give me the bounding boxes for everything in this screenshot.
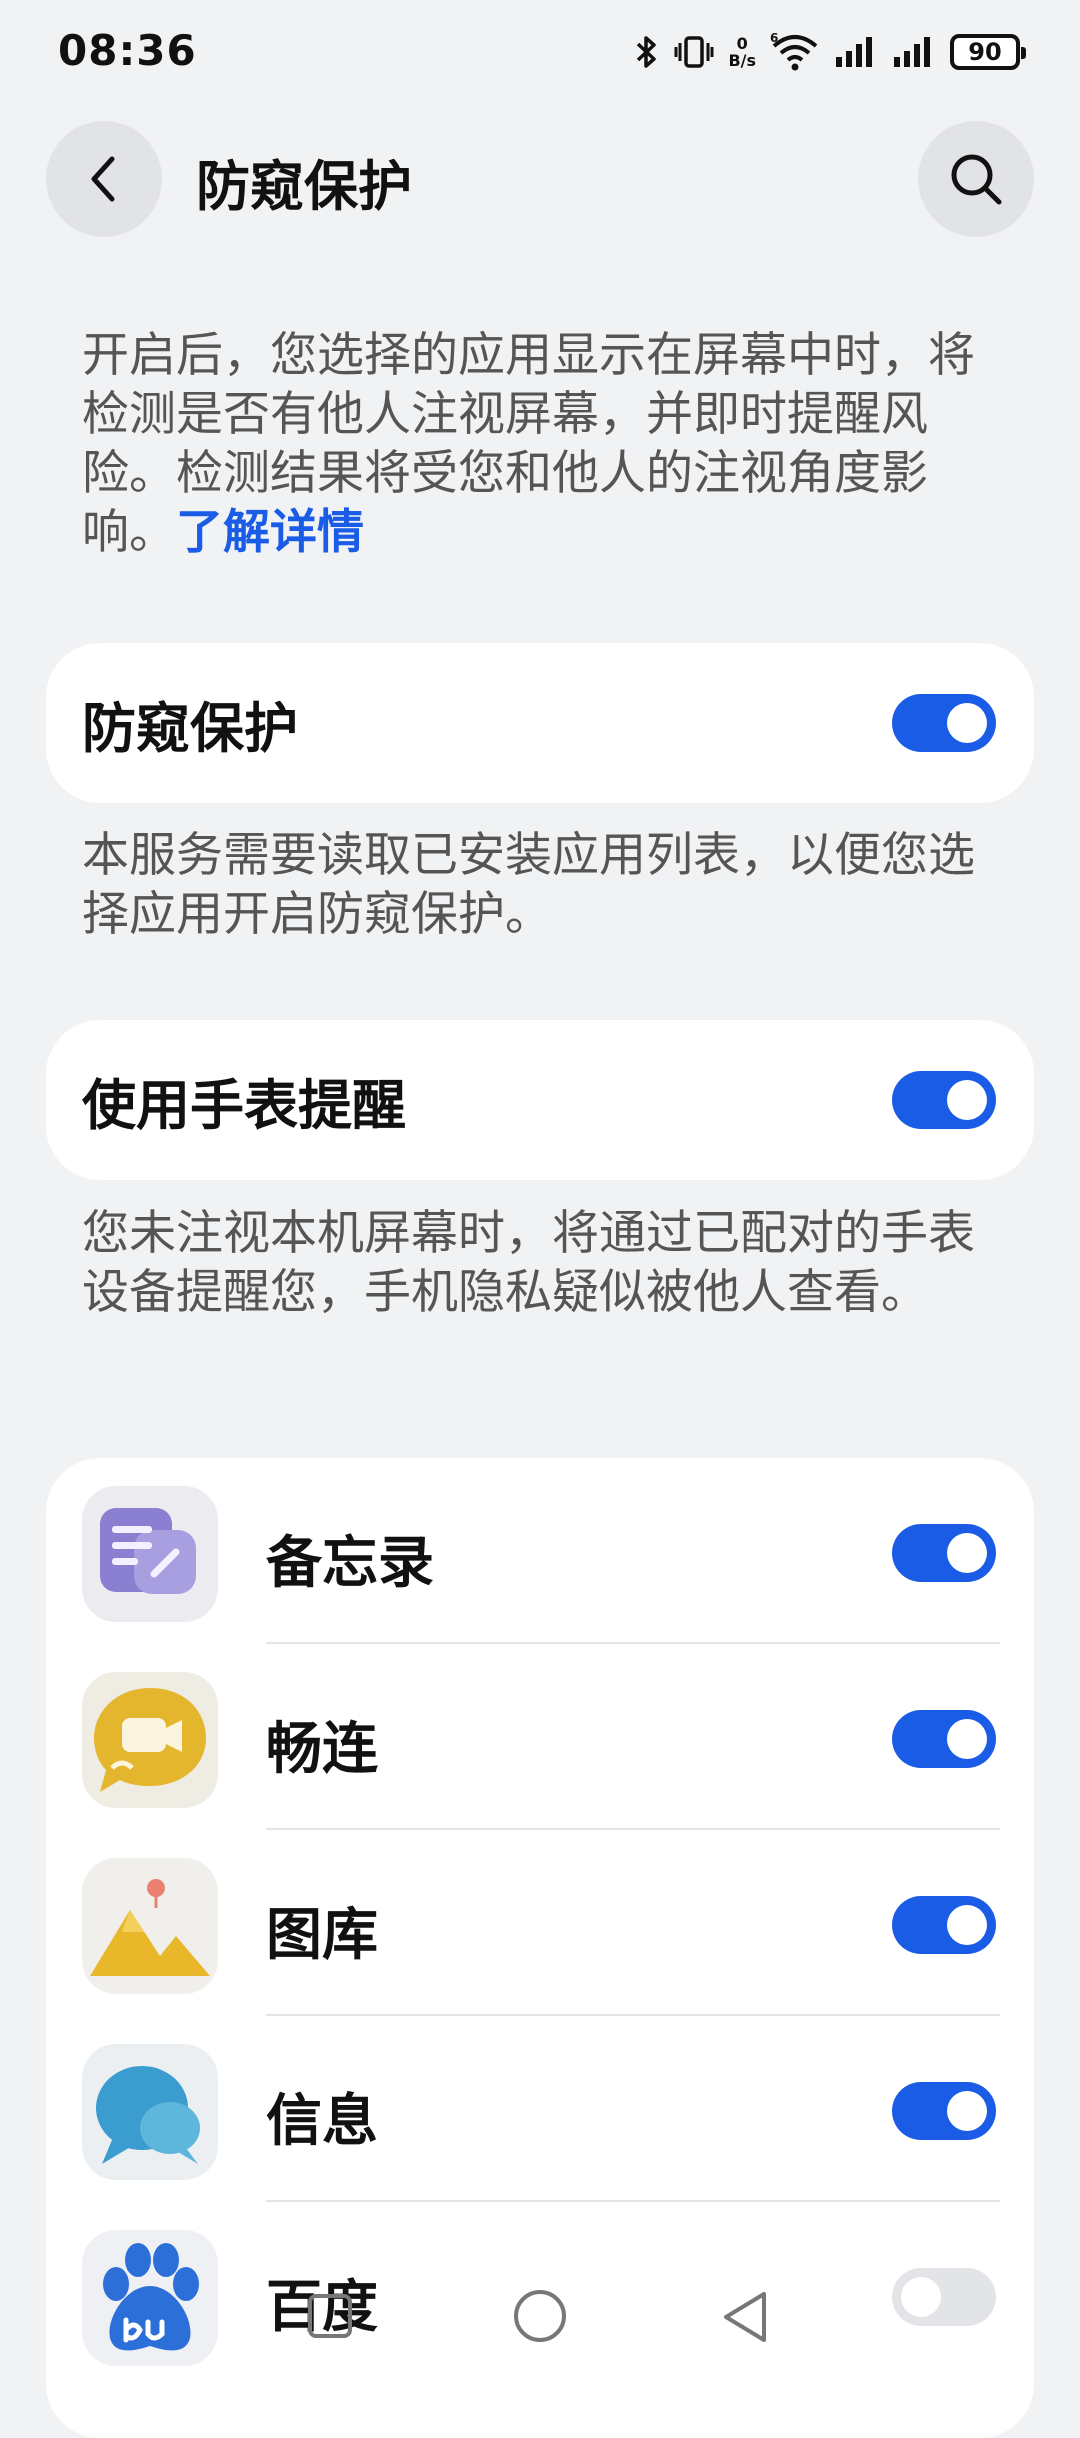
privacy-protection-label: 防窥保护 (82, 696, 298, 760)
search-button[interactable] (918, 121, 1034, 237)
app-toggle[interactable] (892, 1896, 996, 1954)
signal-icon (836, 37, 872, 67)
watch-note: 您未注视本机屏幕时，将通过已配对的手表设备提醒您，手机隐私疑似被他人查看。 (82, 1206, 975, 1320)
watch-reminder-card: 使用手表提醒 (46, 1020, 1034, 1180)
list-item[interactable]: 畅连 (46, 1644, 1034, 1830)
toggle-knob (947, 1719, 987, 1759)
privacy-protection-row[interactable]: 防窥保护 (46, 643, 1034, 803)
page-title: 防窥保护 (196, 155, 412, 218)
vibrate-icon (674, 36, 714, 68)
privacy-protection-card: 防窥保护 (46, 643, 1034, 803)
battery-level: 90 (968, 38, 1002, 66)
list-item[interactable]: 信息 (46, 2016, 1034, 2202)
navigation-bar (0, 2290, 1080, 2387)
app-name: 信息 (266, 2089, 378, 2154)
toggle-knob (947, 2091, 987, 2131)
app-name: 畅连 (266, 1717, 378, 1782)
toggle-knob (947, 1905, 987, 1945)
net-speed: 0 B/s (728, 35, 756, 69)
list-item[interactable]: 备忘录 (46, 1458, 1034, 1644)
signal-icon (894, 37, 930, 67)
wifi-badge: 6 (770, 32, 778, 45)
messages-icon (82, 2044, 218, 2180)
status-icons: 0 B/s 6 90 (634, 30, 1026, 74)
back-button[interactable] (46, 121, 162, 237)
watch-reminder-row[interactable]: 使用手表提醒 (46, 1020, 1034, 1180)
gallery-icon (82, 1858, 218, 1994)
chevron-left-icon (91, 156, 115, 202)
learn-more-link[interactable]: 了解详情 (176, 505, 364, 560)
bluetooth-icon (637, 36, 657, 68)
notes-icon (82, 1486, 218, 1622)
app-name: 图库 (266, 1903, 378, 1968)
wifi-icon: 6 (770, 32, 818, 71)
app-name: 备忘录 (266, 1531, 434, 1596)
app-toggle[interactable] (892, 2082, 996, 2140)
app-toggle[interactable] (892, 1710, 996, 1768)
search-icon (951, 154, 1002, 205)
net-speed-value: 0 (736, 34, 748, 53)
back-icon[interactable] (716, 2290, 776, 2360)
meetime-icon (82, 1672, 218, 1808)
status-time: 08:36 (58, 26, 197, 75)
home-icon[interactable] (508, 2290, 572, 2360)
intro-description: 开启后，您选择的应用显示在屏幕中时，将检测是否有他人注视屏幕，并即时提醒风险。检… (82, 326, 1002, 562)
recent-apps-icon[interactable] (300, 2290, 360, 2360)
status-bar: 08:36 0 B/s 6 90 (0, 0, 1080, 110)
watch-reminder-toggle[interactable] (892, 1071, 996, 1129)
toggle-knob (947, 1533, 987, 1573)
toggle-knob (947, 703, 987, 743)
app-toggle[interactable] (892, 1524, 996, 1582)
battery-icon: 90 (950, 34, 1026, 70)
net-speed-unit: B/s (728, 51, 756, 70)
privacy-protection-toggle[interactable] (892, 694, 996, 752)
watch-reminder-label: 使用手表提醒 (82, 1073, 406, 1137)
list-item[interactable]: 图库 (46, 1830, 1034, 2016)
toggle-knob (947, 1080, 987, 1120)
service-note: 本服务需要读取已安装应用列表，以便您选择应用开启防窥保护。 (82, 828, 975, 942)
